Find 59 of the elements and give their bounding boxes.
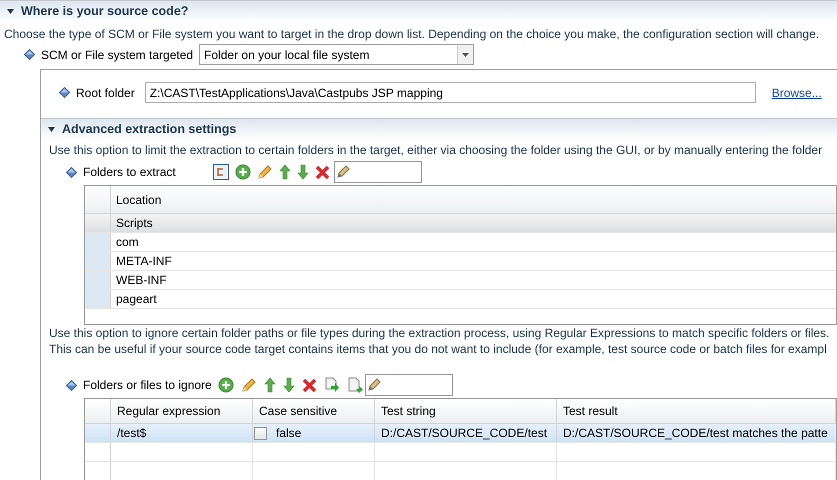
- section-header[interactable]: Where is your source code?: [0, 0, 837, 22]
- column-header[interactable]: Regular expression: [111, 399, 253, 423]
- root-folder-field[interactable]: Z:\CAST\TestApplications\Java\Castpubs JSP mapping: [144, 82, 756, 103]
- diamond-icon: [66, 380, 77, 390]
- column-header[interactable]: Test string: [375, 399, 557, 423]
- description-text: Choose the type of SCM or File system you want to target in the drop down list. Depending on the choice you make, the configuration section will change.: [4, 26, 820, 43]
- table-cell: /test$: [111, 424, 253, 442]
- table-cell: D:/CAST/SOURCE_CODE/test: [375, 424, 557, 442]
- description-text: Use this option to limit the extraction to certain folders in the target, either via choosing the folder using the GUI, or by manually entering the folder: [49, 142, 824, 159]
- file-import-icon[interactable]: [324, 377, 340, 393]
- table-row[interactable]: /test$ false D:/CAST/SOURCE_CODE/test D:/CAST/SOURCE_CODE/test matches the patte: [85, 424, 836, 443]
- dropdown[interactable]: Folder on your local file system: [199, 44, 474, 65]
- filter-field[interactable]: [364, 374, 453, 396]
- table-cell-text: pageart: [115, 291, 158, 308]
- diamond-icon: [59, 87, 70, 98]
- table-cell-text: META-INF: [115, 253, 173, 270]
- description-text: This can be useful if your source code target contains items that you do not want to include (for example, test source code or batch files for exampl: [49, 341, 828, 357]
- field-label: Root folder: [76, 84, 135, 102]
- delete-icon[interactable]: [302, 378, 317, 392]
- table-row[interactable]: Scripts: [85, 214, 836, 233]
- diamond-icon: [66, 166, 77, 178]
- column-header[interactable]: Case sensitive: [253, 399, 375, 423]
- delete-icon[interactable]: [315, 164, 330, 180]
- up-arrow-icon[interactable]: [264, 377, 276, 393]
- table-cell-text: com: [115, 234, 140, 251]
- table-cell-text: D:/CAST/SOURCE_CODE/test matches the patte: [562, 425, 829, 442]
- section-header[interactable]: Advanced extraction settings: [41, 118, 837, 140]
- pencil-icon[interactable]: [240, 377, 257, 393]
- file-export-icon[interactable]: [346, 377, 363, 393]
- down-arrow-icon[interactable]: [282, 377, 295, 393]
- table-cell-text: false: [276, 425, 302, 442]
- pencil-icon[interactable]: [257, 164, 273, 180]
- caret-icon: [462, 52, 470, 56]
- filter-field[interactable]: [334, 161, 422, 183]
- expand-arrow-icon[interactable]: [6, 7, 15, 16]
- browse-link[interactable]: Browse...: [772, 84, 822, 102]
- table-row[interactable]: WEB-INF: [85, 271, 836, 290]
- table-row[interactable]: com: [85, 233, 836, 252]
- field-label: Folders to extract: [83, 164, 177, 181]
- field-label: SCM or File system targeted: [41, 46, 194, 64]
- diamond-icon: [24, 49, 35, 60]
- table-row[interactable]: META-INF: [85, 252, 836, 271]
- table-cell-text: WEB-INF: [115, 272, 168, 289]
- tree-icon[interactable]: [213, 164, 229, 180]
- table-cell-text: Scripts: [115, 215, 154, 232]
- pen-icon: [366, 377, 382, 393]
- checkbox[interactable]: [254, 426, 267, 440]
- pen-icon: [335, 164, 351, 180]
- add-icon[interactable]: [218, 377, 234, 393]
- column-header[interactable]: Test result: [557, 399, 836, 423]
- section-title: Where is your source code?: [21, 3, 188, 20]
- down-arrow-icon[interactable]: [297, 164, 309, 180]
- table-row[interactable]: pageart: [85, 290, 836, 309]
- section-title: Advanced extraction settings: [62, 121, 236, 138]
- add-icon[interactable]: [235, 164, 251, 180]
- description-text: Use this option to ignore certain folder paths or file types during the extraction process, using Regular Expressions to match specific folders or files.: [49, 325, 830, 341]
- up-arrow-icon[interactable]: [279, 164, 291, 180]
- expand-arrow-icon[interactable]: [47, 125, 56, 134]
- field-label: Folders or files to ignore: [83, 377, 212, 394]
